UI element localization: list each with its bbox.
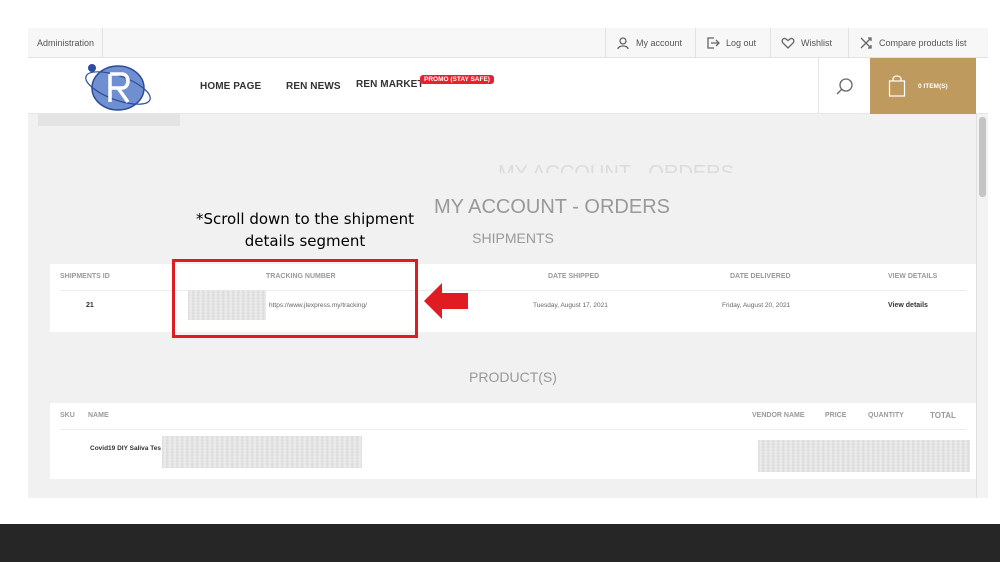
header-divider bbox=[60, 429, 966, 430]
my-account-label: My account bbox=[636, 38, 683, 48]
ghost-page-title: MY ACCOUNT - ORDERS bbox=[498, 164, 734, 173]
promo-badge[interactable]: PROMO (STAY SAFE) bbox=[420, 75, 494, 84]
products-table: SKU NAME VENDOR NAME PRICE QUANTITY TOTA… bbox=[50, 403, 976, 479]
compare-link[interactable]: Compare products list bbox=[848, 28, 977, 58]
top-utility-bar: Administration My account Log out Wishli… bbox=[28, 28, 988, 58]
header-underbar bbox=[38, 114, 180, 126]
annotation-highlight-box bbox=[172, 259, 418, 338]
products-heading: PRODUCT(S) bbox=[469, 369, 557, 385]
bottom-dark-band bbox=[0, 524, 1000, 562]
col-vendor-name: VENDOR NAME bbox=[752, 412, 805, 419]
heart-icon bbox=[781, 37, 795, 49]
wishlist-label: Wishlist bbox=[801, 38, 832, 48]
red-arrow-icon bbox=[424, 283, 468, 319]
col-price: PRICE bbox=[825, 412, 847, 419]
date-delivered: Friday, August 20, 2021 bbox=[722, 302, 791, 309]
col-view-details: VIEW DETAILS bbox=[888, 273, 938, 280]
shipments-heading: SHIPMENTS bbox=[472, 230, 554, 246]
page-scrollbar[interactable] bbox=[976, 114, 988, 498]
compare-icon bbox=[860, 37, 872, 49]
log-out-label: Log out bbox=[726, 38, 757, 48]
annotation-line-2: details segment bbox=[244, 232, 366, 250]
col-date-delivered: DATE DELIVERED bbox=[730, 273, 791, 280]
user-icon bbox=[617, 37, 629, 50]
shipment-id: 21 bbox=[86, 302, 94, 309]
site-header: HOME PAGE REN NEWS REN MARKET PROMO (STA… bbox=[28, 58, 988, 114]
wishlist-link[interactable]: Wishlist bbox=[770, 28, 842, 58]
my-account-link[interactable]: My account bbox=[605, 28, 692, 58]
shopping-bag-icon bbox=[888, 75, 906, 97]
scrollbar-thumb[interactable] bbox=[979, 117, 986, 197]
log-out-link[interactable]: Log out bbox=[695, 28, 766, 58]
search-button[interactable] bbox=[818, 58, 870, 114]
nav-ren-news[interactable]: REN NEWS bbox=[286, 81, 341, 92]
col-shipments-id: SHIPMENTS ID bbox=[60, 273, 110, 280]
annotation-line-1: *Scroll down to the shipment bbox=[195, 210, 415, 228]
nav-ren-market[interactable]: REN MARKET bbox=[356, 79, 424, 90]
redacted-vendor-price bbox=[758, 440, 970, 472]
view-details-link[interactable]: View details bbox=[888, 302, 928, 309]
compare-label: Compare products list bbox=[879, 38, 967, 48]
redacted-product-details bbox=[162, 436, 362, 468]
col-sku: SKU bbox=[60, 412, 75, 419]
search-icon bbox=[836, 78, 853, 95]
date-shipped: Tuesday, August 17, 2021 bbox=[533, 302, 608, 309]
col-total: TOTAL bbox=[930, 411, 956, 420]
cart-button[interactable]: 0 ITEM(S) bbox=[870, 58, 976, 114]
product-name[interactable]: Covid19 DIY Saliva Tes bbox=[90, 445, 161, 452]
annotation-text: *Scroll down to the shipment details seg… bbox=[180, 208, 430, 252]
col-date-shipped: DATE SHIPPED bbox=[548, 273, 600, 280]
col-name: NAME bbox=[88, 412, 109, 419]
logout-icon bbox=[707, 37, 720, 49]
cart-count: 0 ITEM(S) bbox=[918, 82, 948, 90]
administration-link[interactable]: Administration bbox=[28, 28, 103, 58]
col-quantity: QUANTITY bbox=[868, 412, 904, 419]
nav-home-page[interactable]: HOME PAGE bbox=[200, 81, 261, 92]
site-logo[interactable] bbox=[80, 60, 152, 112]
